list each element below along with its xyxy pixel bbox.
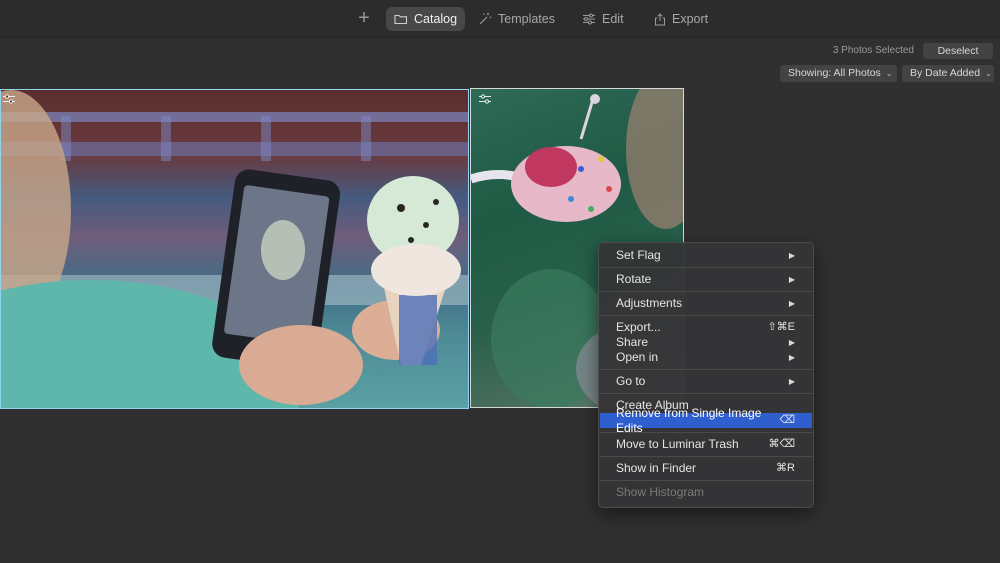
menu-separator <box>599 393 813 394</box>
menu-item-adjustments[interactable]: Adjustments ▶ <box>599 296 813 311</box>
add-button[interactable]: + <box>352 6 376 30</box>
magic-wand-icon <box>479 13 492 25</box>
menu-item-show-in-finder[interactable]: Show in Finder ⌘R <box>599 461 813 476</box>
tab-edit-label: Edit <box>602 12 624 26</box>
menu-separator <box>599 291 813 292</box>
menu-item-shortcut: ⇧⌘E <box>767 321 795 333</box>
menu-separator <box>599 315 813 316</box>
sort-label: By Date Added <box>910 67 981 79</box>
deselect-button[interactable]: Deselect <box>923 43 993 59</box>
context-menu: Set Flag ▶ Rotate ▶ Adjustments ▶ Export… <box>598 242 814 508</box>
showing-filter-label: Showing: All Photos <box>788 67 881 79</box>
photo-thumbnail[interactable] <box>0 89 469 409</box>
menu-item-shortcut: ⌘⌫ <box>768 438 795 450</box>
tab-catalog[interactable]: Catalog <box>386 7 466 31</box>
menu-item-rotate[interactable]: Rotate ▶ <box>599 272 813 287</box>
menu-item-label: Set Flag <box>616 248 661 262</box>
menu-item-shortcut: ⌫ <box>779 414 795 426</box>
tab-export-label: Export <box>672 12 709 26</box>
submenu-arrow-icon: ▶ <box>788 353 795 362</box>
sort-dropdown[interactable]: By Date Added ⌄ <box>902 65 994 82</box>
folder-icon <box>394 14 408 25</box>
adjustments-icon <box>479 94 491 104</box>
menu-item-show-histogram: Show Histogram <box>599 485 813 500</box>
menu-item-label: Open in <box>616 350 659 364</box>
adjustments-icon <box>3 94 15 104</box>
menu-item-label: Share <box>616 335 649 349</box>
menu-item-set-flag[interactable]: Set Flag ▶ <box>599 248 813 263</box>
menu-item-open-in[interactable]: Open in ▶ <box>599 350 813 365</box>
submenu-arrow-icon: ▶ <box>788 377 795 386</box>
tab-templates[interactable]: Templates <box>470 7 563 31</box>
submenu-arrow-icon: ▶ <box>788 275 795 284</box>
menu-item-remove-from-single-image-edits[interactable]: Remove from Single Image Edits ⌫ <box>600 406 812 435</box>
submenu-arrow-icon: ▶ <box>788 338 795 347</box>
sliders-icon <box>583 13 595 25</box>
showing-filter-dropdown[interactable]: Showing: All Photos ⌄ <box>780 65 897 82</box>
submenu-arrow-icon: ▶ <box>788 251 795 260</box>
menu-separator <box>599 456 813 457</box>
menu-item-label: Show Histogram <box>616 485 705 499</box>
top-toolbar: + Catalog Templates Edit Export <box>0 0 1000 38</box>
chevron-down-icon: ⌄ <box>985 69 992 78</box>
menu-item-label: Export... <box>616 320 661 334</box>
menu-item-share[interactable]: Share ▶ <box>599 335 813 350</box>
submenu-arrow-icon: ▶ <box>788 299 795 308</box>
menu-item-export[interactable]: Export... ⇧⌘E <box>599 320 813 335</box>
menu-item-label: Adjustments <box>616 296 683 310</box>
photo-image <box>1 90 468 408</box>
menu-separator <box>599 369 813 370</box>
menu-item-move-to-trash[interactable]: Move to Luminar Trash ⌘⌫ <box>599 437 813 452</box>
chevron-down-icon: ⌄ <box>885 69 893 78</box>
menu-separator <box>599 267 813 268</box>
menu-item-label: Show in Finder <box>616 461 697 475</box>
menu-item-shortcut: ⌘R <box>776 462 795 474</box>
menu-item-label: Remove from Single Image Edits <box>616 405 762 435</box>
tab-templates-label: Templates <box>498 12 555 26</box>
export-icon <box>655 12 665 25</box>
menu-item-go-to[interactable]: Go to ▶ <box>599 374 813 389</box>
tab-edit[interactable]: Edit <box>574 7 632 31</box>
menu-item-label: Rotate <box>616 272 652 286</box>
selection-count: 3 Photos Selected <box>832 45 914 56</box>
menu-item-label: Go to <box>616 374 646 388</box>
menu-item-label: Move to Luminar Trash <box>616 437 739 451</box>
menu-separator <box>599 480 813 481</box>
tab-catalog-label: Catalog <box>414 12 458 26</box>
tab-export[interactable]: Export <box>646 7 716 31</box>
